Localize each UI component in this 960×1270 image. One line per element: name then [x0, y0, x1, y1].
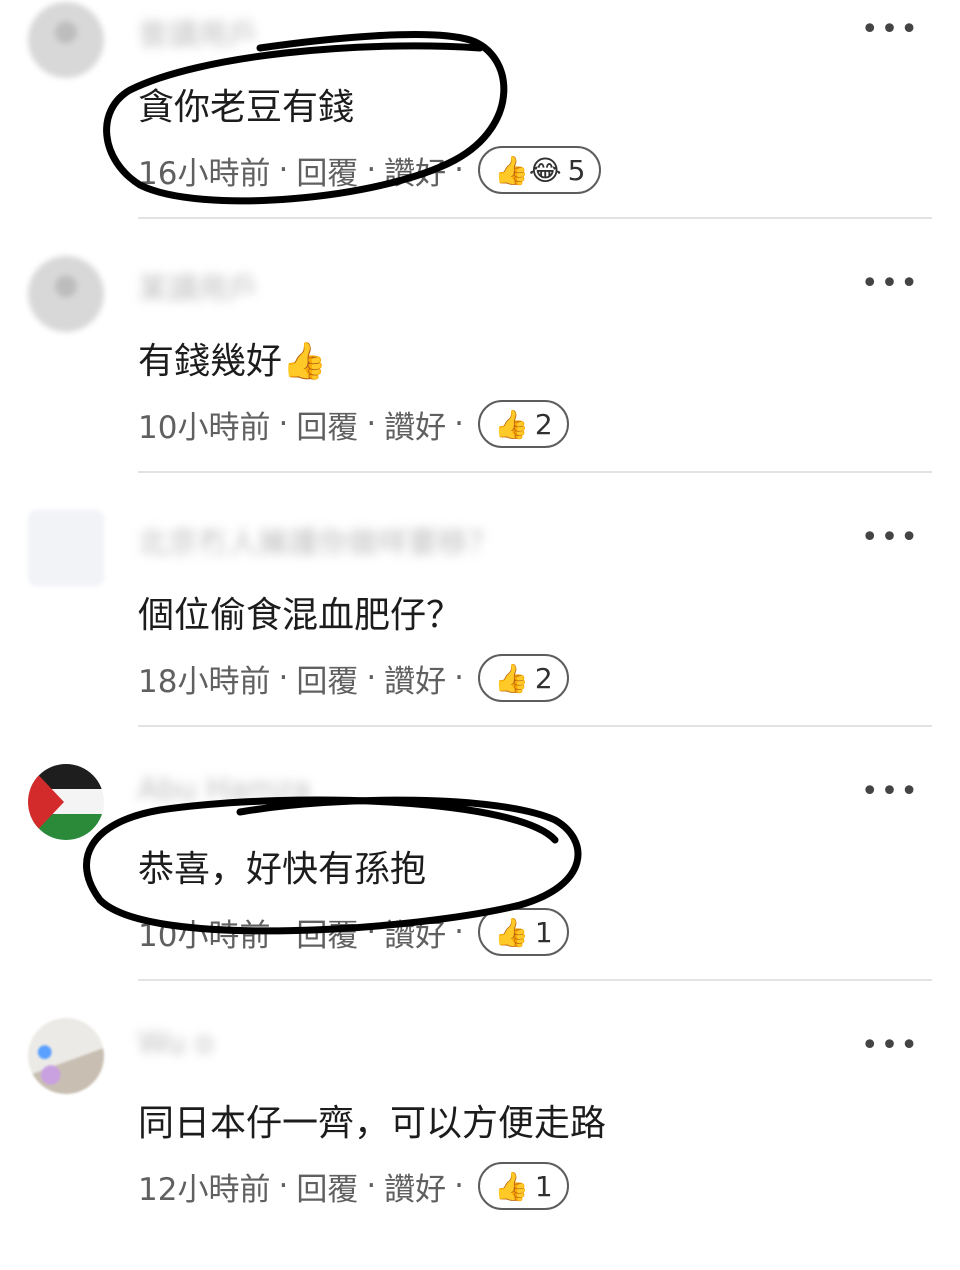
- like-link[interactable]: 讚好: [384, 656, 446, 701]
- more-options-icon[interactable]: •••: [861, 520, 920, 555]
- commenter-name[interactable]: 北京冇人擁護你做咩要移？: [138, 518, 498, 562]
- reaction-count: 1: [534, 1169, 553, 1203]
- thumbs-up-icon: 👍: [494, 661, 529, 695]
- thumbs-up-icon: 👍: [494, 407, 529, 441]
- separator: ·: [454, 660, 465, 696]
- comment-text: 個位偷食混血肥仔？: [138, 595, 463, 636]
- more-options-icon[interactable]: •••: [861, 266, 920, 301]
- more-options-icon[interactable]: •••: [861, 12, 920, 47]
- comment-time: 16小時前: [138, 155, 271, 192]
- thumbs-up-laugh-icon: 👍😂: [494, 153, 562, 187]
- avatar[interactable]: [28, 764, 104, 840]
- reaction-badge[interactable]: 👍 1: [478, 1162, 569, 1210]
- avatar[interactable]: [28, 1018, 104, 1094]
- reaction-badge[interactable]: 👍 2: [478, 654, 569, 702]
- reaction-count: 2: [534, 661, 553, 695]
- comment-text: 有錢幾好👍: [138, 341, 327, 382]
- commenter-name[interactable]: 某讀用戶: [138, 264, 258, 308]
- separator: ·: [366, 152, 377, 188]
- reply-link[interactable]: 回覆: [296, 402, 358, 447]
- comment-item: Wu o ••• 同日本仔一齊，可以方便走路 12小時前 · 回覆 · 讚好 ·…: [0, 1016, 960, 1270]
- separator: ·: [366, 660, 377, 696]
- divider: [138, 725, 932, 727]
- comment-item: Abu Hamza ••• 恭喜，好快有孫抱 10小時前 · 回覆 · 讚好 ·…: [0, 762, 960, 1016]
- reply-link[interactable]: 回覆: [296, 148, 358, 193]
- comment-time: 12小時前: [138, 1171, 271, 1208]
- comment-item: 曾讀用戶 ••• 貪你老豆有錢 16小時前 · 回覆 · 讚好 · 👍😂 5: [0, 0, 960, 254]
- separator: ·: [366, 406, 377, 442]
- separator: ·: [278, 152, 289, 188]
- comment-time: 10小時前: [138, 409, 271, 446]
- comment-meta: 16小時前 · 回覆 · 讚好 · 👍😂 5: [138, 146, 602, 194]
- comment-text: 同日本仔一齊，可以方便走路: [138, 1103, 607, 1144]
- divider: [138, 217, 932, 219]
- comment-item: 某讀用戶 ••• 有錢幾好👍 10小時前 · 回覆 · 讚好 · 👍 2: [0, 254, 960, 508]
- commenter-name[interactable]: 曾讀用戶: [138, 10, 258, 54]
- reaction-count: 2: [534, 407, 553, 441]
- like-link[interactable]: 讚好: [384, 910, 446, 955]
- separator: ·: [278, 1168, 289, 1204]
- reaction-badge[interactable]: 👍😂 5: [478, 146, 602, 194]
- divider: [138, 979, 932, 981]
- reply-link[interactable]: 回覆: [296, 656, 358, 701]
- separator: ·: [366, 1168, 377, 1204]
- reaction-badge[interactable]: 👍 2: [478, 400, 569, 448]
- comment-meta: 10小時前 · 回覆 · 讚好 · 👍 1: [138, 908, 569, 956]
- reply-link[interactable]: 回覆: [296, 1164, 358, 1209]
- comment-time: 18小時前: [138, 663, 271, 700]
- separator: ·: [454, 1168, 465, 1204]
- separator: ·: [454, 152, 465, 188]
- comment-text: 貪你老豆有錢: [138, 87, 355, 128]
- divider: [138, 471, 932, 473]
- avatar[interactable]: [28, 510, 104, 586]
- comment-meta: 10小時前 · 回覆 · 讚好 · 👍 2: [138, 400, 569, 448]
- more-options-icon[interactable]: •••: [861, 1028, 920, 1063]
- avatar[interactable]: [28, 2, 104, 78]
- separator: ·: [278, 406, 289, 442]
- more-options-icon[interactable]: •••: [861, 774, 920, 809]
- thumbs-up-icon: 👍: [494, 1169, 529, 1203]
- comment-meta: 12小時前 · 回覆 · 讚好 · 👍 1: [138, 1162, 569, 1210]
- thumbs-up-icon: 👍: [494, 915, 529, 949]
- reply-link[interactable]: 回覆: [296, 910, 358, 955]
- like-link[interactable]: 讚好: [384, 1164, 446, 1209]
- flag-triangle: [28, 764, 64, 840]
- comment-item: 北京冇人擁護你做咩要移？ ••• 個位偷食混血肥仔？ 18小時前 · 回覆 · …: [0, 508, 960, 762]
- reaction-badge[interactable]: 👍 1: [478, 908, 569, 956]
- comment-text: 恭喜，好快有孫抱: [138, 849, 427, 890]
- like-link[interactable]: 讚好: [384, 402, 446, 447]
- reaction-count: 5: [567, 153, 586, 187]
- separator: ·: [278, 660, 289, 696]
- separator: ·: [454, 406, 465, 442]
- separator: ·: [454, 914, 465, 950]
- commenter-name[interactable]: Abu Hamza: [138, 772, 310, 807]
- like-link[interactable]: 讚好: [384, 148, 446, 193]
- avatar[interactable]: [28, 256, 104, 332]
- commenter-name[interactable]: Wu o: [138, 1026, 214, 1061]
- comment-time: 10小時前: [138, 917, 271, 954]
- separator: ·: [366, 914, 377, 950]
- reaction-count: 1: [534, 915, 553, 949]
- comment-meta: 18小時前 · 回覆 · 讚好 · 👍 2: [138, 654, 569, 702]
- separator: ·: [278, 914, 289, 950]
